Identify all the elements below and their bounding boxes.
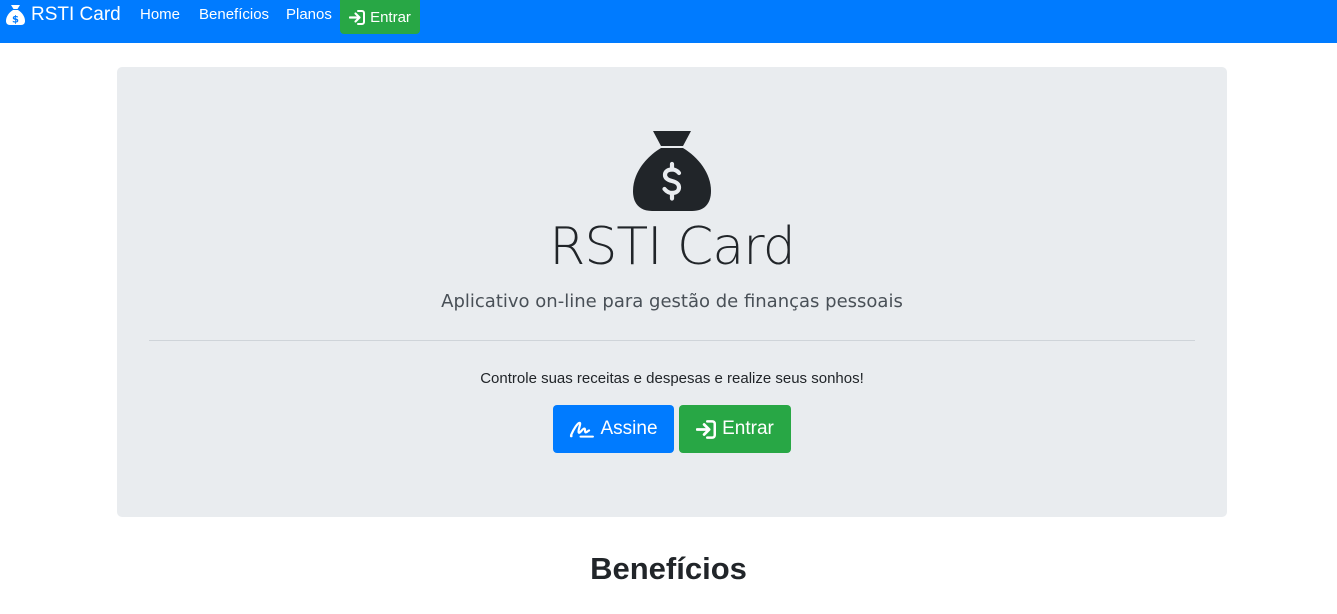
sign-in-icon bbox=[349, 9, 370, 25]
nav-link-planos[interactable]: Planos bbox=[286, 4, 332, 26]
nav-login-button[interactable]: Entrar bbox=[340, 0, 420, 34]
top-navbar: $ RSTI Card Home Benefícios Planos Entra… bbox=[0, 0, 1337, 43]
money-bag-icon bbox=[632, 130, 712, 212]
brand-link[interactable]: $ RSTI Card bbox=[5, 4, 121, 26]
benefits-heading: Benefícios bbox=[590, 551, 747, 586]
nav-link-beneficios[interactable]: Benefícios bbox=[199, 4, 269, 26]
nav-link-home[interactable]: Home bbox=[140, 4, 180, 26]
hero-text: Controle suas receitas e despesas e real… bbox=[480, 370, 864, 387]
subscribe-label: Assine bbox=[600, 418, 658, 439]
hero-login-button[interactable]: Entrar bbox=[679, 405, 791, 453]
hero-jumbotron: RSTI Card Aplicativo on-line para gestão… bbox=[117, 67, 1227, 517]
nav-login-label: Entrar bbox=[370, 8, 411, 26]
subscribe-button[interactable]: Assine bbox=[553, 405, 674, 453]
hero-lead: Aplicativo on-line para gestão de finanç… bbox=[441, 291, 903, 312]
hero-title: RSTI Card bbox=[549, 217, 795, 277]
money-bag-icon: $ bbox=[5, 4, 26, 26]
signature-icon bbox=[569, 420, 600, 439]
brand-name: RSTI Card bbox=[31, 4, 121, 25]
hero-divider bbox=[149, 340, 1195, 341]
sign-in-icon bbox=[696, 419, 722, 439]
hero-login-label: Entrar bbox=[722, 418, 774, 439]
svg-text:$: $ bbox=[12, 15, 19, 26]
